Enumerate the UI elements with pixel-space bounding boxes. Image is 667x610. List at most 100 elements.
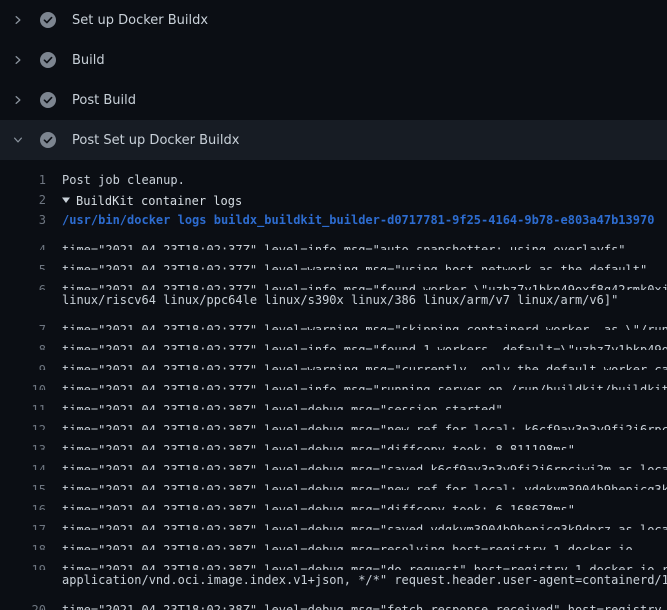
log-text-content: time="2021-04-23T18:02:37Z" level=info m… <box>62 283 667 290</box>
log-line-text: time="2021-04-23T18:02:38Z" level=debug … <box>46 540 633 550</box>
log-text-content: time="2021-04-23T18:02:38Z" level=debug … <box>62 443 575 450</box>
log-line-text: time="2021-04-23T18:02:38Z" level=debug … <box>46 500 575 510</box>
log-line-text: time="2021-04-23T18:02:38Z" level=debug … <box>46 480 667 490</box>
log-line: 18 time="2021-04-23T18:02:38Z" level=deb… <box>0 530 667 550</box>
log-text-content: time="2021-04-23T18:02:37Z" level=info m… <box>62 343 667 350</box>
log-line: 13 time="2021-04-23T18:02:38Z" level=deb… <box>0 430 667 450</box>
group-expand-triangle-icon <box>62 190 70 198</box>
log-line-text: Post job cleanup. <box>46 170 185 190</box>
step-label: Post Build <box>72 93 136 108</box>
log-line-number[interactable]: 11 <box>0 400 46 410</box>
log-line-number[interactable]: 18 <box>0 540 46 550</box>
log-line-text: time="2021-04-23T18:02:37Z" level=info m… <box>46 340 667 350</box>
step-header-build[interactable]: Build <box>0 40 667 80</box>
log-line-text: time="2021-04-23T18:02:37Z" level=info m… <box>46 380 667 390</box>
log-line-number[interactable]: 1 <box>0 170 46 190</box>
log-line-number[interactable]: 13 <box>0 440 46 450</box>
chevron-right-icon <box>10 92 26 108</box>
log-text-content: linux/riscv64 linux/ppc64le linux/s390x … <box>62 293 618 307</box>
log-text-content: time="2021-04-23T18:02:37Z" level=warnin… <box>62 363 667 370</box>
log-line-number[interactable]: 12 <box>0 420 46 430</box>
log-line-number[interactable]: 17 <box>0 520 46 530</box>
chevron-right-icon <box>10 12 26 28</box>
chevron-right-icon <box>10 52 26 68</box>
log-line-number[interactable]: 6 <box>0 280 46 290</box>
step-header-post-build[interactable]: Post Build <box>0 80 667 120</box>
log-line: 8 time="2021-04-23T18:02:37Z" level=info… <box>0 330 667 350</box>
log-line: 1 Post job cleanup. <box>0 170 667 190</box>
log-line-number[interactable]: 4 <box>0 240 46 250</box>
step-header-post-set-up-docker-buildx[interactable]: Post Set up Docker Buildx <box>0 120 667 160</box>
log-line: 14 time="2021-04-23T18:02:38Z" level=deb… <box>0 450 667 470</box>
log-line: 12 time="2021-04-23T18:02:38Z" level=deb… <box>0 410 667 430</box>
log-line-number[interactable]: 14 <box>0 460 46 470</box>
log-line-text: linux/riscv64 linux/ppc64le linux/s390x … <box>46 290 618 310</box>
log-text-content: time="2021-04-23T18:02:38Z" level=debug … <box>62 523 667 530</box>
log-line-text: BuildKit container logs <box>46 190 242 210</box>
log-line-text: /usr/bin/docker logs buildx_buildkit_bui… <box>46 210 654 230</box>
log-line-number[interactable]: 2 <box>0 190 46 210</box>
log-text-content: time="2021-04-23T18:02:38Z" level=debug … <box>62 503 575 510</box>
log-line: 17 time="2021-04-23T18:02:38Z" level=deb… <box>0 510 667 530</box>
log-line: 20 time="2021-04-23T18:02:38Z" level=deb… <box>0 590 667 610</box>
log-line-text: time="2021-04-23T18:02:38Z" level=debug … <box>46 600 667 610</box>
log-line-number[interactable]: 10 <box>0 380 46 390</box>
steps-list: Set up Docker Buildx Build <box>0 0 667 160</box>
log-line-number <box>0 290 46 310</box>
log-line-text: time="2021-04-23T18:02:38Z" level=debug … <box>46 460 667 470</box>
log-line-text: time="2021-04-23T18:02:38Z" level=debug … <box>46 440 575 450</box>
chevron-down-icon <box>10 132 26 148</box>
log-line-text: time="2021-04-23T18:02:38Z" level=debug … <box>46 560 667 570</box>
log-line: 6 time="2021-04-23T18:02:37Z" level=info… <box>0 270 667 290</box>
log-line: 15 time="2021-04-23T18:02:38Z" level=deb… <box>0 470 667 490</box>
log-text-content: time="2021-04-23T18:02:38Z" level=debug … <box>62 403 503 410</box>
log-text-content: time="2021-04-23T18:02:38Z" level=debug … <box>62 483 667 490</box>
log-line: 3 /usr/bin/docker logs buildx_buildkit_b… <box>0 210 667 230</box>
log-line: 7 time="2021-04-23T18:02:37Z" level=warn… <box>0 310 667 330</box>
log-line-number[interactable]: 5 <box>0 260 46 270</box>
log-text-content: time="2021-04-23T18:02:37Z" level=info m… <box>62 243 626 250</box>
log-line-text: time="2021-04-23T18:02:37Z" level=info m… <box>46 240 626 250</box>
log-line-text: time="2021-04-23T18:02:37Z" level=info m… <box>46 280 667 290</box>
log-line-text: time="2021-04-23T18:02:38Z" level=debug … <box>46 420 667 430</box>
step-header-set-up-docker-buildx[interactable]: Set up Docker Buildx <box>0 0 667 40</box>
log-line-number[interactable]: 16 <box>0 500 46 510</box>
log-text-content: application/vnd.oci.image.index.v1+json,… <box>62 573 667 587</box>
log-line-number[interactable]: 19 <box>0 560 46 570</box>
log-line: application/vnd.oci.image.index.v1+json,… <box>0 570 667 590</box>
log-line-number[interactable]: 8 <box>0 340 46 350</box>
step-label: Post Set up Docker Buildx <box>72 133 239 148</box>
log-line: 9 time="2021-04-23T18:02:37Z" level=warn… <box>0 350 667 370</box>
log-line-number[interactable]: 7 <box>0 320 46 330</box>
log-line-number[interactable]: 3 <box>0 210 46 230</box>
check-circle-icon <box>40 12 56 28</box>
log-line-text: time="2021-04-23T18:02:37Z" level=warnin… <box>46 260 647 270</box>
log-line: 19 time="2021-04-23T18:02:38Z" level=deb… <box>0 550 667 570</box>
log-line-text: time="2021-04-23T18:02:37Z" level=warnin… <box>46 320 667 330</box>
log-text-content: /usr/bin/docker logs buildx_buildkit_bui… <box>62 213 654 227</box>
log-line-text: application/vnd.oci.image.index.v1+json,… <box>46 570 667 590</box>
log-line: 5 time="2021-04-23T18:02:37Z" level=warn… <box>0 250 667 270</box>
log-line-text: time="2021-04-23T18:02:37Z" level=warnin… <box>46 360 667 370</box>
log-line-text: time="2021-04-23T18:02:38Z" level=debug … <box>46 400 503 410</box>
log-text-content: time="2021-04-23T18:02:38Z" level=debug … <box>62 603 667 610</box>
log-line-number <box>0 570 46 590</box>
check-circle-icon <box>40 92 56 108</box>
log-text-content: time="2021-04-23T18:02:38Z" level=debug … <box>62 543 633 550</box>
check-circle-icon <box>40 132 56 148</box>
step-label: Set up Docker Buildx <box>72 13 208 28</box>
log-text-content: time="2021-04-23T18:02:38Z" level=debug … <box>62 463 667 470</box>
log-text-content: BuildKit container logs <box>76 194 242 208</box>
log-group-toggle[interactable]: 2 BuildKit container logs <box>0 190 667 210</box>
log-line-number[interactable]: 20 <box>0 600 46 610</box>
log-viewer: 1 Post job cleanup. 2 BuildKit container… <box>0 160 667 610</box>
log-text-content: Post job cleanup. <box>62 173 185 187</box>
log-text-content: time="2021-04-23T18:02:37Z" level=info m… <box>62 383 667 390</box>
log-line: 11 time="2021-04-23T18:02:38Z" level=deb… <box>0 390 667 410</box>
log-line-number[interactable]: 9 <box>0 360 46 370</box>
log-line-number[interactable]: 15 <box>0 480 46 490</box>
check-circle-icon <box>40 52 56 68</box>
log-line: 16 time="2021-04-23T18:02:38Z" level=deb… <box>0 490 667 510</box>
log-line-text: time="2021-04-23T18:02:38Z" level=debug … <box>46 520 667 530</box>
log-text-content: time="2021-04-23T18:02:37Z" level=warnin… <box>62 323 667 330</box>
